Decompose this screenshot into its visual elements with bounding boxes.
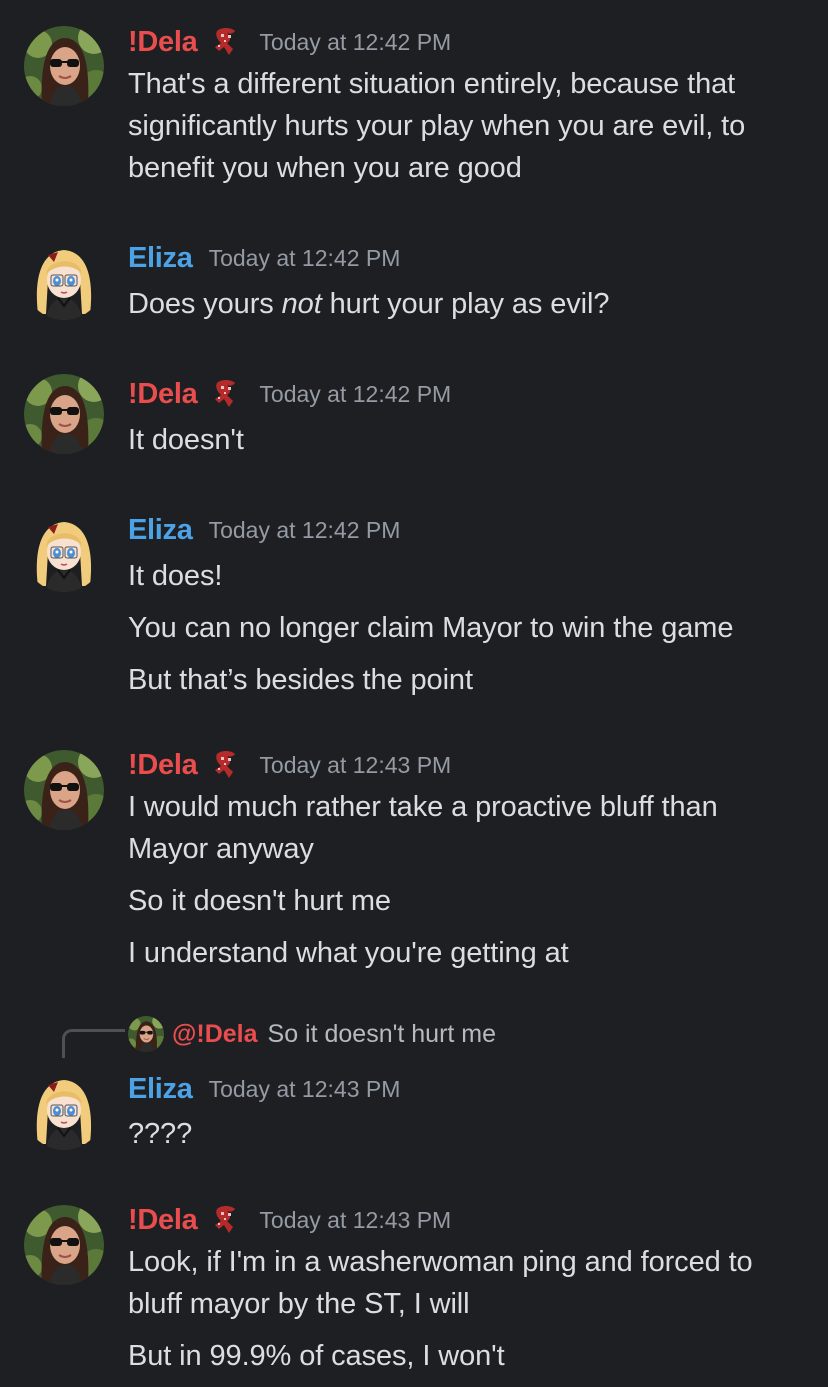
message-text: I understand what you're getting at [128, 937, 569, 969]
dela-avatar[interactable] [24, 26, 104, 106]
timestamp: Today at 12:42 PM [208, 244, 401, 271]
message-text: bluff mayor by the ST, I will [128, 1288, 470, 1320]
message-text: I would much rather take a proactive blu… [128, 791, 718, 823]
reply-mention[interactable]: @!Dela [172, 1020, 258, 1049]
text-segment: hurt your play as evil? [321, 288, 610, 320]
message-header: Eliza Today at 12:42 PM [128, 510, 400, 550]
message-text: Does yours not hurt your play as evil? [128, 283, 610, 325]
message-text: benefit you when you are good [128, 152, 522, 184]
role-badge-icon [209, 1203, 243, 1237]
reply-avatar [128, 1016, 164, 1052]
message-text: So it doesn't hurt me [128, 885, 391, 917]
reply-reference[interactable]: @!Dela So it doesn't hurt me [128, 1015, 496, 1053]
reply-spine [62, 1029, 125, 1058]
username[interactable]: !Dela [128, 26, 198, 59]
message-text: You can no longer claim Mayor to win the… [128, 612, 734, 644]
username[interactable]: Eliza [128, 1073, 193, 1106]
message-text: But in 99.9% of cases, I won't [128, 1340, 505, 1372]
message-header: !Dela Today at 12:42 PM [128, 22, 451, 62]
username[interactable]: Eliza [128, 242, 193, 275]
eliza-avatar[interactable] [24, 512, 104, 592]
role-badge-icon [209, 25, 243, 59]
timestamp: Today at 12:43 PM [208, 1075, 401, 1102]
message-text: But that’s besides the point [128, 664, 473, 696]
dela-avatar[interactable] [24, 750, 104, 830]
message-text: It doesn't [128, 424, 244, 456]
message-text: It does! [128, 560, 223, 592]
eliza-avatar[interactable] [24, 240, 104, 320]
message-text: That's a different situation entirely, b… [128, 68, 736, 100]
message-text: Mayor anyway [128, 833, 314, 865]
timestamp: Today at 12:42 PM [208, 516, 401, 543]
italic-text: not [281, 288, 322, 320]
username[interactable]: Eliza [128, 514, 193, 547]
role-badge-icon [209, 377, 243, 411]
username[interactable]: !Dela [128, 378, 198, 411]
dela-avatar[interactable] [24, 1205, 104, 1285]
username[interactable]: !Dela [128, 749, 198, 782]
message-header: !Dela Today at 12:43 PM [128, 745, 451, 785]
dela-avatar[interactable] [24, 374, 104, 454]
eliza-avatar[interactable] [24, 1070, 104, 1150]
timestamp: Today at 12:42 PM [259, 28, 452, 55]
timestamp: Today at 12:43 PM [259, 751, 452, 778]
message-header: Eliza Today at 12:43 PM [128, 1069, 400, 1109]
timestamp: Today at 12:43 PM [259, 1206, 452, 1233]
message-header: !Dela Today at 12:42 PM [128, 374, 451, 414]
message-text: significantly hurts your play when you a… [128, 110, 746, 142]
text-segment: Does yours [128, 288, 282, 320]
role-badge-icon [209, 748, 243, 782]
reply-preview-text[interactable]: So it doesn't hurt me [268, 1020, 497, 1049]
message-text: Look, if I'm in a washerwoman ping and f… [128, 1246, 753, 1278]
message-header: !Dela Today at 12:43 PM [128, 1200, 451, 1240]
message-text: ???? [128, 1118, 193, 1150]
username[interactable]: !Dela [128, 1204, 198, 1237]
chat-window: { "users": { "dela": { "name": "!Dela", … [0, 0, 828, 1387]
timestamp: Today at 12:42 PM [259, 380, 452, 407]
message-header: Eliza Today at 12:42 PM [128, 238, 400, 278]
